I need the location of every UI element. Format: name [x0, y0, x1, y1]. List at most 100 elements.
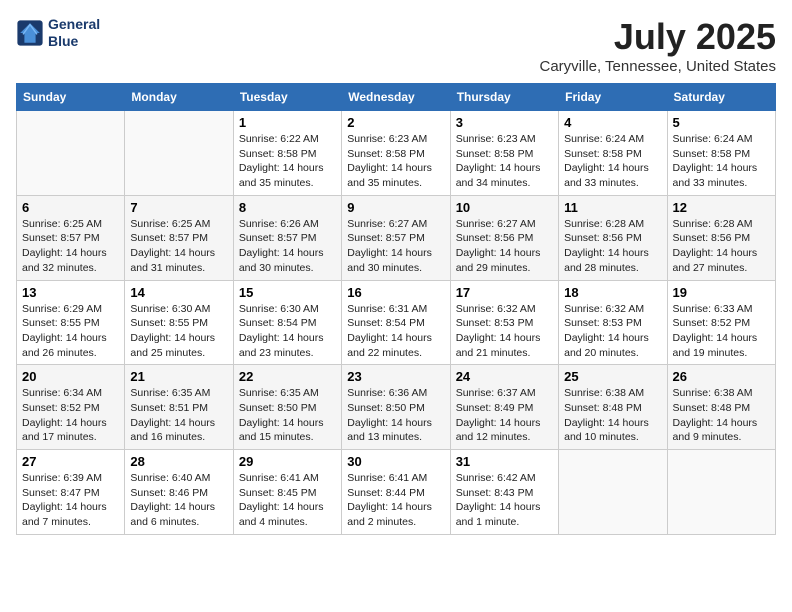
day-number: 26 [673, 369, 770, 384]
calendar-cell: 23 Sunrise: 6:36 AM Sunset: 8:50 PM Dayli… [342, 365, 450, 450]
week-row-2: 6 Sunrise: 6:25 AM Sunset: 8:57 PM Daylig… [17, 195, 776, 280]
calendar-cell: 12Sunrise: 6:28 AM Sunset: 8:56 PM Dayli… [667, 195, 775, 280]
calendar-cell: 6 Sunrise: 6:25 AM Sunset: 8:57 PM Daylig… [17, 195, 125, 280]
logo-text: General Blue [48, 16, 100, 50]
calendar-cell: 1 Sunrise: 6:22 AM Sunset: 8:58 PM Daylig… [233, 111, 341, 196]
day-number: 12 [673, 200, 770, 215]
calendar-table: SundayMondayTuesdayWednesdayThursdayFrid… [16, 83, 776, 535]
day-info: Sunrise: 6:33 AM Sunset: 8:52 PM Dayligh… [673, 302, 770, 361]
calendar-cell: 30 Sunrise: 6:41 AM Sunset: 8:44 PM Dayli… [342, 450, 450, 535]
day-info: Sunrise: 6:27 AM Sunset: 8:56 PM Dayligh… [456, 217, 553, 276]
day-header-monday: Monday [125, 84, 233, 111]
week-row-3: 13 Sunrise: 6:29 AM Sunset: 8:55 PM Dayli… [17, 280, 776, 365]
day-number: 10 [456, 200, 553, 215]
calendar-cell: 10 Sunrise: 6:27 AM Sunset: 8:56 PM Dayli… [450, 195, 558, 280]
logo-icon [16, 19, 44, 47]
calendar-cell: 13 Sunrise: 6:29 AM Sunset: 8:55 PM Dayli… [17, 280, 125, 365]
day-info: Sunrise: 6:32 AM Sunset: 8:53 PM Dayligh… [456, 302, 553, 361]
day-info: Sunrise: 6:22 AM Sunset: 8:58 PM Dayligh… [239, 132, 336, 191]
day-info: Sunrise: 6:26 AM Sunset: 8:57 PM Dayligh… [239, 217, 336, 276]
day-info: Sunrise: 6:41 AM Sunset: 8:44 PM Dayligh… [347, 471, 444, 530]
calendar-cell [667, 450, 775, 535]
day-info: Sunrise: 6:29 AM Sunset: 8:55 PM Dayligh… [22, 302, 119, 361]
day-number: 20 [22, 369, 119, 384]
calendar-cell: 24 Sunrise: 6:37 AM Sunset: 8:49 PM Dayli… [450, 365, 558, 450]
day-info: Sunrise: 6:38 AM Sunset: 8:48 PM Dayligh… [673, 386, 770, 445]
day-number: 9 [347, 200, 444, 215]
day-info: Sunrise: 6:28 AM Sunset: 8:56 PM Dayligh… [564, 217, 661, 276]
day-info: Sunrise: 6:27 AM Sunset: 8:57 PM Dayligh… [347, 217, 444, 276]
calendar-cell: 14 Sunrise: 6:30 AM Sunset: 8:55 PM Dayli… [125, 280, 233, 365]
day-number: 21 [130, 369, 227, 384]
day-info: Sunrise: 6:23 AM Sunset: 8:58 PM Dayligh… [347, 132, 444, 191]
logo: General Blue [16, 16, 100, 50]
day-info: Sunrise: 6:35 AM Sunset: 8:50 PM Dayligh… [239, 386, 336, 445]
day-info: Sunrise: 6:39 AM Sunset: 8:47 PM Dayligh… [22, 471, 119, 530]
calendar-cell: 9 Sunrise: 6:27 AM Sunset: 8:57 PM Daylig… [342, 195, 450, 280]
day-info: Sunrise: 6:34 AM Sunset: 8:52 PM Dayligh… [22, 386, 119, 445]
calendar-cell: 18Sunrise: 6:32 AM Sunset: 8:53 PM Dayli… [559, 280, 667, 365]
calendar-cell: 11 Sunrise: 6:28 AM Sunset: 8:56 PM Dayli… [559, 195, 667, 280]
day-number: 30 [347, 454, 444, 469]
calendar-cell: 25Sunrise: 6:38 AM Sunset: 8:48 PM Dayli… [559, 365, 667, 450]
calendar-cell: 27Sunrise: 6:39 AM Sunset: 8:47 PM Dayli… [17, 450, 125, 535]
day-header-saturday: Saturday [667, 84, 775, 111]
day-number: 23 [347, 369, 444, 384]
calendar-cell [559, 450, 667, 535]
calendar-cell [17, 111, 125, 196]
day-info: Sunrise: 6:37 AM Sunset: 8:49 PM Dayligh… [456, 386, 553, 445]
day-info: Sunrise: 6:40 AM Sunset: 8:46 PM Dayligh… [130, 471, 227, 530]
calendar-cell: 4 Sunrise: 6:24 AM Sunset: 8:58 PM Daylig… [559, 111, 667, 196]
day-number: 13 [22, 285, 119, 300]
days-header-row: SundayMondayTuesdayWednesdayThursdayFrid… [17, 84, 776, 111]
header: General Blue July 2025 Caryville, Tennes… [16, 16, 776, 75]
day-number: 28 [130, 454, 227, 469]
calendar-cell: 16Sunrise: 6:31 AM Sunset: 8:54 PM Dayli… [342, 280, 450, 365]
day-info: Sunrise: 6:36 AM Sunset: 8:50 PM Dayligh… [347, 386, 444, 445]
day-info: Sunrise: 6:30 AM Sunset: 8:54 PM Dayligh… [239, 302, 336, 361]
day-number: 6 [22, 200, 119, 215]
day-number: 8 [239, 200, 336, 215]
day-info: Sunrise: 6:32 AM Sunset: 8:53 PM Dayligh… [564, 302, 661, 361]
day-number: 31 [456, 454, 553, 469]
title-area: July 2025 Caryville, Tennessee, United S… [539, 16, 776, 75]
day-info: Sunrise: 6:24 AM Sunset: 8:58 PM Dayligh… [564, 132, 661, 191]
day-info: Sunrise: 6:25 AM Sunset: 8:57 PM Dayligh… [22, 217, 119, 276]
day-header-thursday: Thursday [450, 84, 558, 111]
calendar-cell [125, 111, 233, 196]
calendar-cell: 8 Sunrise: 6:26 AM Sunset: 8:57 PM Daylig… [233, 195, 341, 280]
day-info: Sunrise: 6:38 AM Sunset: 8:48 PM Dayligh… [564, 386, 661, 445]
day-number: 4 [564, 115, 661, 130]
day-number: 19 [673, 285, 770, 300]
day-header-sunday: Sunday [17, 84, 125, 111]
day-number: 15 [239, 285, 336, 300]
day-info: Sunrise: 6:25 AM Sunset: 8:57 PM Dayligh… [130, 217, 227, 276]
day-number: 2 [347, 115, 444, 130]
day-header-wednesday: Wednesday [342, 84, 450, 111]
week-row-5: 27Sunrise: 6:39 AM Sunset: 8:47 PM Dayli… [17, 450, 776, 535]
day-number: 24 [456, 369, 553, 384]
day-info: Sunrise: 6:41 AM Sunset: 8:45 PM Dayligh… [239, 471, 336, 530]
calendar-cell: 19 Sunrise: 6:33 AM Sunset: 8:52 PM Dayli… [667, 280, 775, 365]
day-number: 29 [239, 454, 336, 469]
calendar-cell: 28 Sunrise: 6:40 AM Sunset: 8:46 PM Dayli… [125, 450, 233, 535]
calendar-cell: 29 Sunrise: 6:41 AM Sunset: 8:45 PM Dayli… [233, 450, 341, 535]
calendar-cell: 3Sunrise: 6:23 AM Sunset: 8:58 PM Daylig… [450, 111, 558, 196]
month-title: July 2025 [539, 16, 776, 58]
calendar-cell: 5Sunrise: 6:24 AM Sunset: 8:58 PM Daylig… [667, 111, 775, 196]
day-number: 1 [239, 115, 336, 130]
calendar-cell: 17 Sunrise: 6:32 AM Sunset: 8:53 PM Dayli… [450, 280, 558, 365]
day-info: Sunrise: 6:42 AM Sunset: 8:43 PM Dayligh… [456, 471, 553, 530]
day-number: 17 [456, 285, 553, 300]
day-number: 14 [130, 285, 227, 300]
calendar-cell: 22Sunrise: 6:35 AM Sunset: 8:50 PM Dayli… [233, 365, 341, 450]
day-number: 7 [130, 200, 227, 215]
day-info: Sunrise: 6:30 AM Sunset: 8:55 PM Dayligh… [130, 302, 227, 361]
day-info: Sunrise: 6:35 AM Sunset: 8:51 PM Dayligh… [130, 386, 227, 445]
day-number: 11 [564, 200, 661, 215]
calendar-cell: 21 Sunrise: 6:35 AM Sunset: 8:51 PM Dayli… [125, 365, 233, 450]
day-info: Sunrise: 6:31 AM Sunset: 8:54 PM Dayligh… [347, 302, 444, 361]
day-info: Sunrise: 6:24 AM Sunset: 8:58 PM Dayligh… [673, 132, 770, 191]
location-title: Caryville, Tennessee, United States [539, 58, 776, 75]
calendar-cell: 26 Sunrise: 6:38 AM Sunset: 8:48 PM Dayli… [667, 365, 775, 450]
